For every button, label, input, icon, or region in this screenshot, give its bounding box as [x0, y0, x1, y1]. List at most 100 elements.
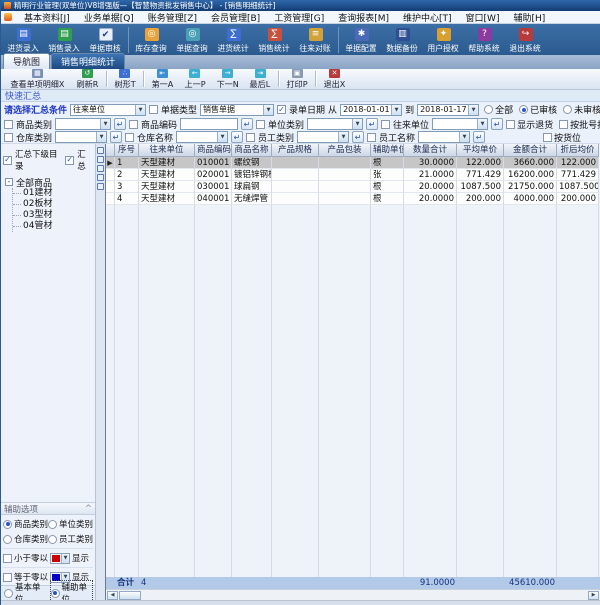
- chevron-down-icon[interactable]: ▼: [391, 105, 401, 115]
- chevron-down-icon[interactable]: ▼: [352, 119, 362, 129]
- horizontal-scrollbar[interactable]: ◀ ▶: [106, 589, 600, 600]
- menu-item-4[interactable]: 会员管理[B]: [204, 11, 267, 24]
- scroll-thumb-segment[interactable]: [97, 156, 104, 163]
- chevron-down-icon[interactable]: ▼: [100, 119, 110, 129]
- refresh-button[interactable]: ↺刷新R: [71, 69, 104, 90]
- column-header-11[interactable]: 折后均价: [557, 144, 599, 157]
- print-button[interactable]: ▣打印P: [281, 69, 313, 90]
- filter-row-3-checkbox-3[interactable]: [246, 133, 255, 142]
- date-checkbox[interactable]: [277, 105, 286, 114]
- checkbox-icon[interactable]: [559, 120, 568, 129]
- summarize-checkbox[interactable]: [65, 156, 74, 165]
- checkbox-icon[interactable]: [506, 120, 515, 129]
- filter-row-3-checkbox-4[interactable]: [367, 133, 376, 142]
- chevron-down-icon[interactable]: ▼: [263, 105, 273, 115]
- menu-item-3[interactable]: 账务管理[Z]: [141, 11, 204, 24]
- chevron-down-icon[interactable]: ▼: [459, 132, 469, 142]
- filter-row-2-checkbox-3[interactable]: [256, 120, 265, 129]
- first-record-button[interactable]: ⇤第一A: [146, 69, 179, 90]
- tree-root-node[interactable]: - 全部商品: [5, 176, 95, 188]
- category-radio-2[interactable]: 单位类别: [48, 518, 93, 530]
- filter-row-3-select-2[interactable]: ▼: [176, 131, 228, 143]
- user-auth-button[interactable]: ✦用户授权: [423, 28, 464, 54]
- filter-row-3-pick-button-3[interactable]: ↵: [352, 131, 364, 143]
- chevron-down-icon[interactable]: ▼: [217, 132, 227, 142]
- doc-query-button[interactable]: ◎单据查询: [172, 28, 213, 54]
- menu-item-8[interactable]: 窗口[W]: [459, 11, 507, 24]
- table-row-4[interactable]: 4天型建材040001无缝焊管根20.0000200.0004000.00020…: [106, 193, 600, 205]
- summarize-sub-dirs-checkbox[interactable]: [3, 156, 12, 165]
- filter-row-2-select-3[interactable]: ▼: [307, 118, 363, 130]
- column-header-1[interactable]: 序号: [115, 144, 139, 157]
- filter-row-2-select-1[interactable]: ▼: [55, 118, 111, 130]
- account-check-button[interactable]: ≡往来对账: [295, 28, 336, 54]
- menu-item-9[interactable]: 辅助[H]: [506, 11, 552, 24]
- menu-item-1[interactable]: 基本资料[J]: [17, 11, 77, 24]
- radio-icon[interactable]: [3, 535, 12, 544]
- filter-row-3-checkbox-2[interactable]: [125, 133, 134, 142]
- filter-row-3-pick-button-4[interactable]: ↵: [473, 131, 485, 143]
- scroll-right-icon[interactable]: ▶: [588, 591, 599, 600]
- tree-item-1[interactable]: 01建材: [13, 188, 95, 199]
- column-header-6[interactable]: 产品包装: [319, 144, 371, 157]
- table-row-2[interactable]: 2天型建材020001镀铝锌钢板张21.0000771.42916200.000…: [106, 169, 600, 181]
- filter-row-2-input-2[interactable]: [180, 118, 238, 130]
- filter-row-2-pick-button-2[interactable]: ↵: [241, 118, 253, 130]
- column-header-8[interactable]: 数量合计: [404, 144, 457, 157]
- vertical-scrollbar[interactable]: [96, 144, 106, 600]
- next-record-button[interactable]: →下一N: [211, 69, 244, 90]
- column-header-7[interactable]: 辅助单位: [371, 144, 404, 157]
- menu-item-7[interactable]: 维护中心[T]: [396, 11, 459, 24]
- lt-zero-checkbox[interactable]: [3, 554, 12, 563]
- doc-audit-button[interactable]: ✔单据审核: [85, 28, 126, 54]
- tree-item-3[interactable]: 03型材: [13, 210, 95, 221]
- radio-icon[interactable]: [519, 105, 528, 114]
- tab-sales-detail-stats[interactable]: 销售明细统计: [51, 53, 125, 69]
- scroll-thumb[interactable]: [119, 591, 141, 600]
- chevron-down-icon[interactable]: ▼: [338, 132, 348, 142]
- purchase-stats-button[interactable]: ∑进货统计: [213, 28, 254, 54]
- by-location-check[interactable]: 按货位: [543, 131, 581, 144]
- category-radio-3[interactable]: 仓库类别: [3, 533, 48, 545]
- view-item-detail-button[interactable]: ▦查看单项明细X: [4, 69, 71, 90]
- radio-icon[interactable]: [48, 535, 57, 544]
- chevron-down-icon[interactable]: ▼: [61, 554, 69, 563]
- data-backup-button[interactable]: ▥数据备份: [382, 28, 423, 54]
- radio-icon[interactable]: [48, 520, 57, 529]
- audit-radio-1[interactable]: 全部: [484, 103, 513, 116]
- chevron-down-icon[interactable]: ▼: [477, 119, 487, 129]
- filter-row-3-select-1[interactable]: ▼: [55, 131, 107, 143]
- filter-row-2-checkbox-2[interactable]: [129, 120, 138, 129]
- column-header-4[interactable]: 商品名称: [232, 144, 272, 157]
- tree-item-2[interactable]: 02板材: [13, 199, 95, 210]
- filter-row-3-select-4[interactable]: ▼: [418, 131, 470, 143]
- menu-item-6[interactable]: 查询报表[M]: [331, 11, 396, 24]
- prev-record-button[interactable]: ←上一P: [179, 69, 211, 90]
- stock-query-button[interactable]: ◎库存查询: [131, 28, 172, 54]
- exit-button[interactable]: ✕退出X: [318, 69, 351, 90]
- table-row-1[interactable]: ▶1天型建材010001螺纹钢根30.0000122.0003660.00012…: [106, 157, 600, 169]
- sales-stats-button[interactable]: ∑销售统计: [254, 28, 295, 54]
- filter-row-3-checkbox-1[interactable]: [4, 133, 13, 142]
- radio-icon[interactable]: [4, 589, 13, 598]
- tab-navigation[interactable]: 导航图: [3, 53, 50, 69]
- doc-type-checkbox[interactable]: [149, 105, 158, 114]
- category-radio-1[interactable]: 商品类别: [3, 518, 48, 530]
- scroll-thumb-segment[interactable]: [97, 183, 104, 190]
- quick-summary-bar[interactable]: 快速汇总: [1, 90, 600, 102]
- column-header-3[interactable]: 商品编码: [195, 144, 232, 157]
- lt-zero-color-select[interactable]: ▼: [50, 553, 70, 564]
- chevron-down-icon[interactable]: ▼: [96, 132, 106, 142]
- sales-entry-button[interactable]: ▤销售录入: [44, 28, 85, 54]
- exit-system-button[interactable]: ↪退出系统: [505, 28, 546, 54]
- checkbox-icon[interactable]: [543, 133, 552, 142]
- tree-view-button[interactable]: ∴树形T: [109, 69, 141, 90]
- column-header-10[interactable]: 金额合计: [504, 144, 557, 157]
- category-radio-4[interactable]: 员工类别: [48, 533, 93, 545]
- tree-item-4[interactable]: 04管材: [13, 221, 95, 232]
- aux-options-header[interactable]: 辅助选项 ^: [1, 502, 95, 515]
- scroll-thumb-segment[interactable]: [97, 147, 104, 154]
- radio-icon[interactable]: [3, 520, 12, 529]
- radio-icon[interactable]: [484, 105, 493, 114]
- scroll-thumb-segment[interactable]: [97, 165, 104, 172]
